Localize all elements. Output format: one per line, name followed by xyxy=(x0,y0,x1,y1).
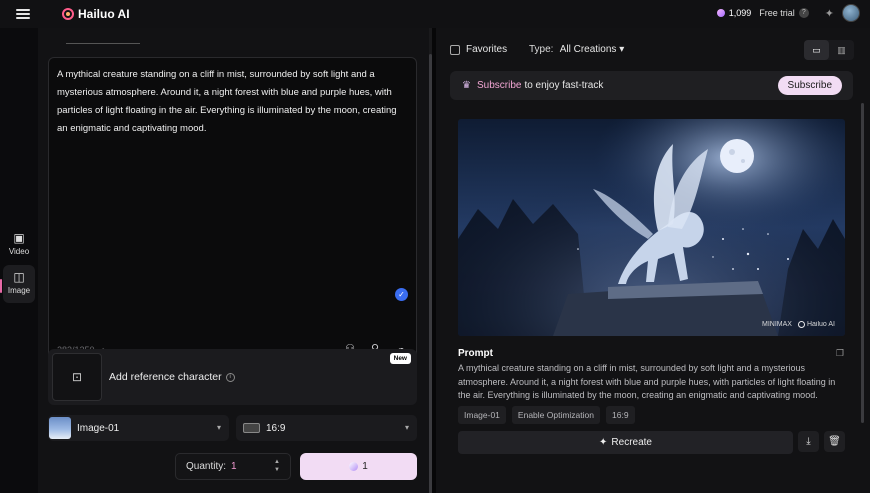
model-select[interactable]: Image-01 ▾ xyxy=(48,415,229,441)
view-toggle: ▭ ▥ xyxy=(804,40,854,60)
recreate-label: Recreate xyxy=(611,437,652,448)
image-icon: ◫ xyxy=(13,270,25,284)
sparkle-icon: ✦ xyxy=(599,437,608,448)
watermark-hailuo: Hailuo AI xyxy=(797,321,835,328)
tag-ratio: 16:9 xyxy=(606,406,635,424)
prompt-heading: Prompt xyxy=(458,348,493,359)
generate-button[interactable]: 1 xyxy=(300,453,417,480)
rail-item-image[interactable]: ◫ Image xyxy=(3,265,35,303)
model-value: Image-01 xyxy=(77,422,120,434)
prompt-text[interactable]: A mythical creature standing on a cliff … xyxy=(57,66,407,138)
copy-icon[interactable]: ❐ xyxy=(836,348,844,359)
subscribe-highlight: Subscribe xyxy=(476,80,522,91)
new-badge: New xyxy=(389,353,411,364)
rail-video-label: Video xyxy=(8,247,30,256)
scrolled-tab-underline xyxy=(66,28,140,44)
check-icon: ✓ xyxy=(395,288,408,301)
video-icon: ▣ xyxy=(13,231,25,245)
prompt-body: A mythical creature standing on a cliff … xyxy=(458,363,836,400)
split-view-icon[interactable]: ▥ xyxy=(829,40,854,60)
generated-image[interactable]: MINIMAX Hailuo AI xyxy=(458,119,845,336)
aspect-ratio-icon xyxy=(243,423,260,433)
free-trial-label: Free trial xyxy=(759,8,795,18)
type-value: All Creations xyxy=(559,44,617,55)
recreate-button[interactable]: ✦ Recreate xyxy=(458,431,793,454)
favorites-checkbox[interactable] xyxy=(450,44,460,55)
right-scrollbar[interactable] xyxy=(861,103,864,423)
gift-icon[interactable]: ✦ xyxy=(825,7,834,20)
favorites-filter[interactable]: Favorites xyxy=(450,44,507,55)
favorites-label: Favorites xyxy=(466,44,508,55)
type-label: Type: xyxy=(529,44,554,55)
tag-optimization: Enable Optimization xyxy=(511,406,600,424)
chevron-down-icon: ▾ xyxy=(619,44,625,55)
generation-panel: A mythical creature standing on a cliff … xyxy=(38,28,432,493)
card-view-icon[interactable]: ▭ xyxy=(804,40,829,60)
increment-icon[interactable]: ▲ xyxy=(274,458,280,466)
reference-label: Add reference character xyxy=(109,371,222,383)
logo[interactable]: Hailuo AI xyxy=(62,7,130,21)
download-icon[interactable]: ⤓ xyxy=(798,431,819,452)
credits-count: 1,099 xyxy=(728,8,752,18)
watermark-hailuo-text: Hailuo AI xyxy=(806,321,835,328)
prompt-textarea[interactable]: A mythical creature standing on a cliff … xyxy=(48,57,417,366)
subscribe-banner: ♛ Subscribe to enjoy fast-track Subscrib… xyxy=(450,71,853,100)
free-trial-link[interactable]: Free trial ? xyxy=(759,8,809,18)
avatar[interactable] xyxy=(842,4,860,22)
chevron-down-icon: ▾ xyxy=(404,423,409,432)
rail-item-video[interactable]: ▣ Video xyxy=(3,226,35,264)
creations-panel: Favorites Type: All Creations ▾ ▭ ▥ ♛ Su… xyxy=(436,28,870,493)
type-filter[interactable]: Type: All Creations ▾ xyxy=(529,44,624,55)
quantity-stepper[interactable]: Quantity: 1 ▲ ▼ xyxy=(175,453,291,480)
tag-model: Image-01 xyxy=(458,406,506,424)
credit-gem-icon xyxy=(716,9,725,17)
tag-list: Image-01 Enable Optimization 16:9 xyxy=(458,406,635,424)
left-rail: ▣ Video ◫ Image xyxy=(0,28,38,493)
creation-card: MINIMAX Hailuo AI Prompt ❐ A mythical cr… xyxy=(448,110,854,485)
info-icon[interactable]: i xyxy=(225,372,235,382)
image-watermark: MINIMAX Hailuo AI xyxy=(762,321,835,328)
model-thumbnail xyxy=(49,417,71,439)
help-icon[interactable]: ? xyxy=(798,8,809,18)
reference-label-row: Add reference character i xyxy=(109,371,235,383)
crown-icon: ♛ xyxy=(462,80,471,91)
add-reference-icon[interactable]: ⊡ xyxy=(52,353,102,401)
quantity-value[interactable]: 1 xyxy=(231,461,237,472)
stepper-arrows[interactable]: ▲ ▼ xyxy=(274,458,280,474)
delete-icon[interactable]: 🗑 xyxy=(824,431,845,452)
watermark-minimax: MINIMAX xyxy=(762,321,792,328)
aspect-ratio-select[interactable]: 16:9 ▾ xyxy=(236,415,417,441)
hailuo-logo-icon xyxy=(797,321,805,328)
hailuo-logo-icon xyxy=(62,8,74,20)
quantity-label: Quantity: xyxy=(186,461,227,472)
reference-character[interactable]: ⊡ Add reference character i New xyxy=(48,349,417,405)
top-right-controls: 1,099 Free trial ? ✦ xyxy=(716,4,860,22)
subscribe-button[interactable]: Subscribe xyxy=(777,76,842,95)
decrement-icon[interactable]: ▼ xyxy=(274,466,280,474)
active-rail-indicator xyxy=(0,279,2,293)
chevron-down-icon: ▾ xyxy=(216,423,221,432)
credits-display[interactable]: 1,099 xyxy=(716,8,752,18)
credit-gem-icon xyxy=(349,462,359,471)
menu-icon[interactable] xyxy=(16,7,30,21)
generate-cost: 1 xyxy=(362,461,368,472)
subscribe-text: to enjoy fast-track xyxy=(524,80,604,91)
top-bar: Hailuo AI 1,099 Free trial ? ✦ xyxy=(0,0,870,28)
rail-image-label: Image xyxy=(7,286,31,295)
logo-text: Hailuo AI xyxy=(78,7,130,21)
aspect-ratio-value: 16:9 xyxy=(266,422,286,434)
